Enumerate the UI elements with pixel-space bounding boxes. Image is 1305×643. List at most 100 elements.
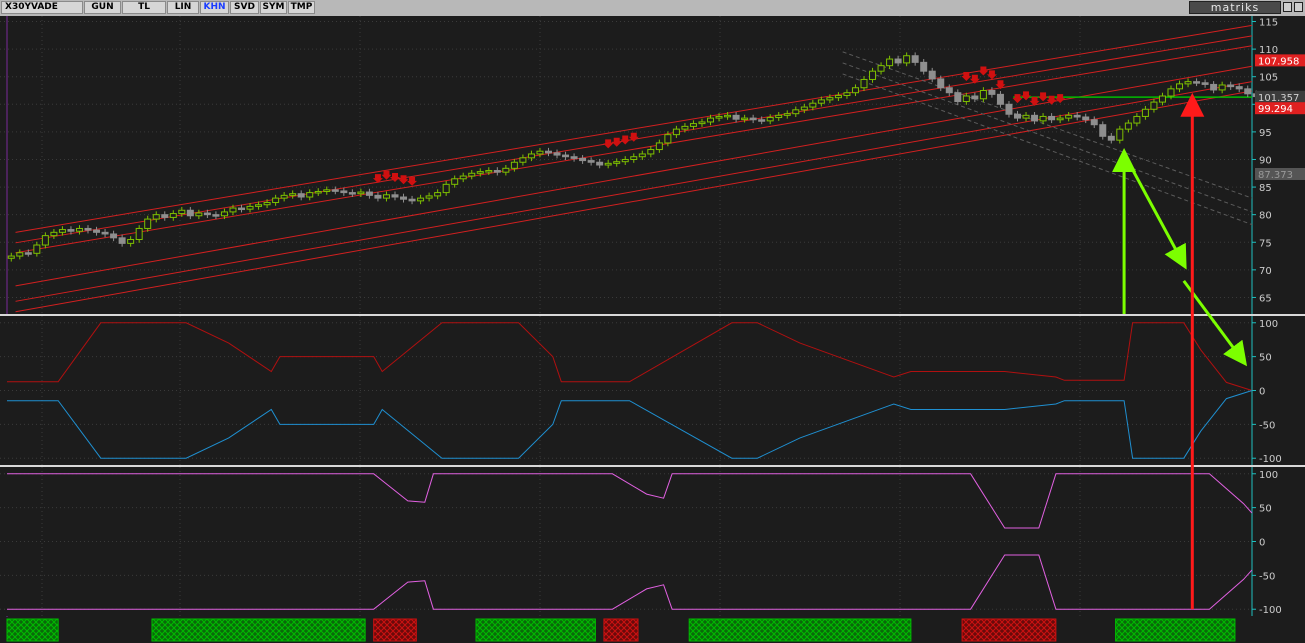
candle-body: [1039, 115, 1047, 122]
candle-body: [417, 197, 425, 202]
panel-separator: [0, 314, 1305, 316]
candle-body: [357, 191, 365, 195]
candle-body: [400, 196, 408, 200]
candle-body: [843, 92, 851, 96]
toolbar-button-gun[interactable]: GUN: [84, 1, 121, 14]
candle-body: [698, 121, 706, 125]
candle-body: [1235, 86, 1243, 90]
signal-bar-red: [603, 618, 639, 642]
candle-body: [630, 156, 638, 160]
brand-logo: matriks: [1189, 1, 1281, 14]
candle-body: [1133, 115, 1141, 124]
signal-bar-green: [6, 618, 59, 642]
candle-body: [110, 233, 118, 239]
price-tick-label: 90: [1259, 155, 1272, 166]
candle-body: [1167, 88, 1175, 97]
signal-bar-green: [1115, 618, 1236, 642]
candle-body: [894, 58, 902, 64]
candle-body: [425, 195, 433, 199]
symbol-selector[interactable]: X30YVADE: [1, 1, 83, 14]
candle-body: [493, 170, 501, 173]
candle-body: [50, 231, 58, 237]
candle-body: [869, 70, 877, 80]
candle-body: [1158, 95, 1166, 103]
candle-body: [255, 204, 263, 207]
price-tick-label: 80: [1259, 211, 1272, 222]
candle-body: [195, 212, 203, 217]
candle-body: [1227, 84, 1235, 88]
candle-body: [604, 162, 612, 166]
candle-body: [1176, 83, 1184, 90]
candle-body: [212, 214, 220, 217]
candle-body: [562, 154, 570, 158]
candle-body: [331, 189, 339, 192]
candle-body: [186, 209, 194, 217]
candle-body: [272, 197, 280, 204]
candle-body: [451, 178, 459, 185]
toolbar-button-svd[interactable]: SVD: [230, 1, 259, 14]
candle-body: [715, 115, 723, 119]
candle-body: [613, 161, 621, 164]
candle-body: [510, 161, 518, 169]
window-button-icon[interactable]: [1283, 2, 1292, 12]
toolbar-button-sym[interactable]: SYM: [260, 1, 287, 14]
price-tick-label: 95: [1259, 128, 1272, 139]
candle-body: [263, 202, 271, 206]
toolbar-button-khn[interactable]: KHN: [200, 1, 229, 14]
candle-body: [707, 117, 715, 123]
candle-body: [485, 170, 493, 173]
candle-body: [1244, 88, 1252, 95]
candle-body: [826, 97, 834, 101]
candle-body: [886, 58, 894, 67]
candle-body: [877, 65, 885, 72]
candle-body: [1005, 103, 1013, 115]
candle-body: [1099, 124, 1107, 137]
osc1-tick-label: -50: [1259, 420, 1275, 431]
candle-body: [732, 114, 740, 120]
candle-body: [553, 152, 561, 156]
candle-body: [1082, 116, 1090, 121]
candle-body: [1150, 101, 1158, 110]
candle-body: [169, 213, 177, 218]
candle-body: [1031, 114, 1039, 122]
candle-body: [152, 214, 160, 220]
candle-body: [579, 157, 587, 162]
close-window-icon[interactable]: [1294, 2, 1303, 12]
osc2-tick-label: -100: [1259, 605, 1282, 616]
candle-body: [766, 117, 774, 122]
candle-body: [945, 87, 953, 94]
candle-body: [911, 55, 919, 63]
candle-body: [689, 123, 697, 127]
candle-body: [314, 190, 322, 194]
candle-body: [672, 128, 680, 136]
price-label: 99.294: [1258, 104, 1293, 115]
candle-body: [127, 239, 135, 244]
candle-body: [442, 183, 450, 194]
candle-body: [1065, 114, 1073, 119]
candle-body: [374, 194, 382, 199]
candle-body: [979, 90, 987, 100]
signal-bar-green: [151, 618, 366, 642]
candle-body: [289, 193, 297, 196]
candle-body: [937, 78, 945, 89]
candle-body: [391, 194, 399, 198]
candle-body: [1073, 114, 1081, 118]
toolbar-button-tmp[interactable]: TMP: [288, 1, 315, 14]
candle-body: [519, 157, 527, 163]
candle-body: [297, 193, 305, 198]
osc1-tick-label: 0: [1259, 387, 1265, 398]
candle-body: [996, 93, 1004, 105]
candle-body: [1141, 108, 1149, 117]
price-tick-label: 115: [1259, 18, 1278, 29]
toolbar-button-lin[interactable]: LIN: [167, 1, 199, 14]
candle-body: [681, 125, 689, 130]
candle-body: [33, 244, 41, 254]
candle-body: [544, 150, 552, 154]
candle-body: [58, 229, 66, 233]
signal-bar-red: [373, 618, 417, 642]
toolbar-button-tl[interactable]: TL: [122, 1, 166, 14]
candle-body: [135, 227, 143, 241]
price-tick-label: 85: [1259, 183, 1272, 194]
candle-body: [928, 70, 936, 80]
candle-body: [161, 214, 169, 218]
